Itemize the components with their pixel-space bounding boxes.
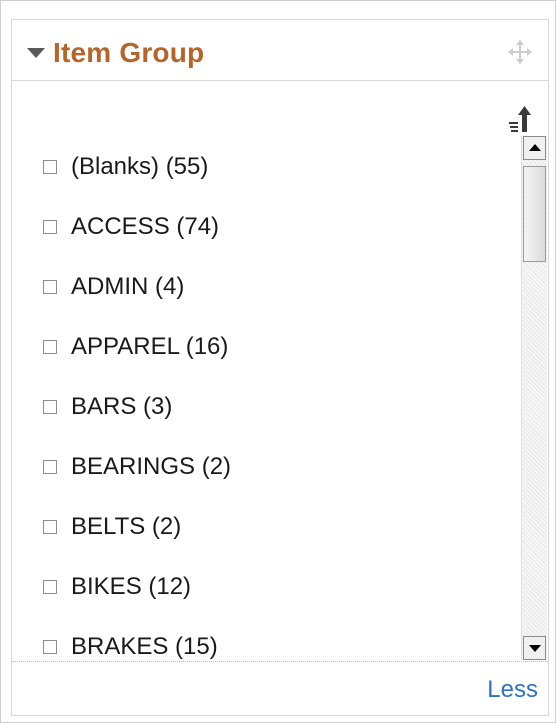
list-item[interactable]: ACCESS (74): [43, 212, 219, 242]
sort-ascending-icon[interactable]: [508, 106, 536, 132]
caret-down-icon[interactable]: [27, 48, 45, 58]
checkbox[interactable]: [43, 280, 57, 294]
scroll-down-button[interactable]: [523, 636, 546, 660]
checkbox[interactable]: [43, 580, 57, 594]
panel-title[interactable]: Item Group: [53, 37, 204, 69]
vertical-scrollbar[interactable]: [521, 136, 547, 660]
list-item-label: (Blanks) (55): [71, 153, 209, 180]
footer-divider: [12, 661, 548, 662]
list-item[interactable]: BIKES (12): [43, 572, 191, 602]
list-item[interactable]: BARS (3): [43, 392, 172, 422]
checkbox[interactable]: [43, 160, 57, 174]
list-item[interactable]: BEARINGS (2): [43, 452, 231, 482]
checkbox[interactable]: [43, 400, 57, 414]
less-link[interactable]: Less: [487, 676, 538, 704]
scroll-up-button[interactable]: [523, 136, 546, 160]
list-item[interactable]: (Blanks) (55): [43, 152, 208, 182]
list-item[interactable]: APPAREL (16): [43, 332, 228, 362]
item-group-facet-panel: Item Group (Blanks) (55) ACCESS (74) ADM…: [11, 19, 549, 716]
list-item-label: BRAKES (15): [71, 633, 218, 660]
page-frame: Item Group (Blanks) (55) ACCESS (74) ADM…: [0, 0, 556, 723]
list-item[interactable]: BELTS (2): [43, 512, 181, 542]
list-item[interactable]: ADMIN (4): [43, 272, 184, 302]
list-item-label: BARS (3): [71, 393, 173, 420]
list-item-label: APPAREL (16): [71, 333, 229, 360]
checkbox[interactable]: [43, 640, 57, 654]
list-item-label: ADMIN (4): [71, 273, 185, 300]
checkbox[interactable]: [43, 220, 57, 234]
list-item[interactable]: BRAKES (15): [43, 632, 218, 660]
checkbox[interactable]: [43, 460, 57, 474]
list-item-label: ACCESS (74): [71, 213, 220, 240]
item-group-list: (Blanks) (55) ACCESS (74) ADMIN (4) APPA…: [12, 136, 520, 660]
move-icon[interactable]: [508, 40, 532, 64]
scrollbar-thumb[interactable]: [523, 166, 546, 262]
list-item-label: BEARINGS (2): [71, 453, 232, 480]
checkbox[interactable]: [43, 340, 57, 354]
checkbox[interactable]: [43, 520, 57, 534]
list-item-label: BIKES (12): [71, 573, 192, 600]
list-item-label: BELTS (2): [71, 513, 182, 540]
panel-header: Item Group: [12, 20, 548, 81]
